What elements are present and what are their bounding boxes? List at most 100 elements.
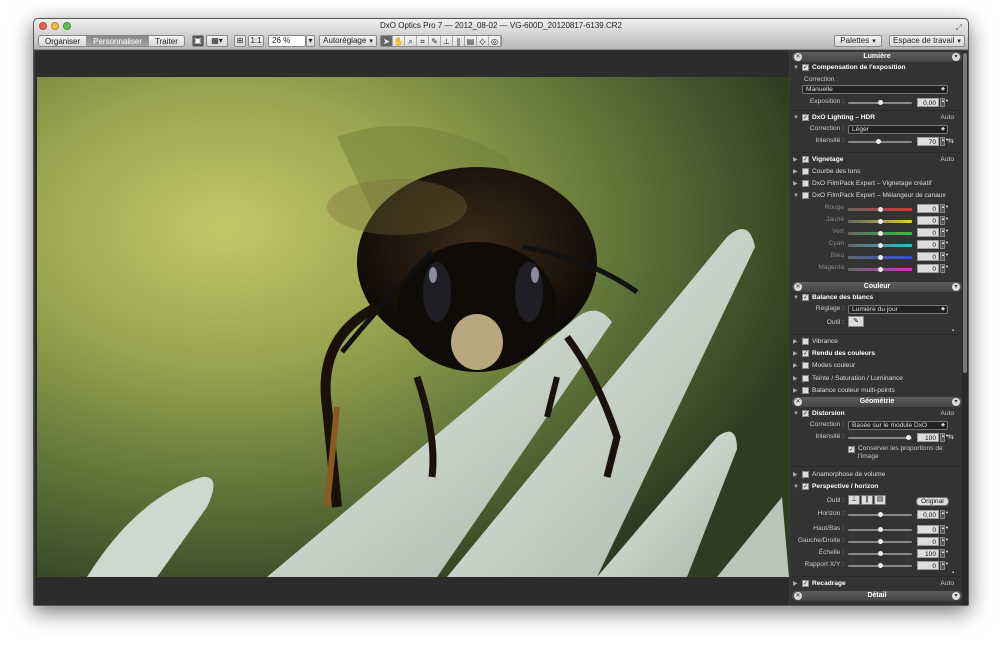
- perspective-section[interactable]: ▼ ✓ Perspective / horizon: [790, 481, 962, 493]
- lighting-intensity-value[interactable]: 70: [917, 137, 939, 146]
- scale-value[interactable]: 100: [917, 549, 939, 558]
- preview-compare-icon[interactable]: ⇆: [948, 433, 954, 441]
- detail-palette-header[interactable]: ✕ Détail ▾: [792, 591, 962, 601]
- volume-anamorphosis-section[interactable]: ▶ Anamorphose de volume: [790, 469, 962, 481]
- disclosure-closed-icon[interactable]: ▶: [793, 166, 798, 178]
- tone-curve-section[interactable]: ▶ Courbe des tons: [790, 166, 962, 178]
- channel-value[interactable]: 0: [917, 228, 939, 237]
- channel-value[interactable]: 0: [917, 240, 939, 249]
- channel-slider[interactable]: [848, 255, 912, 260]
- lumiere-palette-header[interactable]: ✕ Lumière ▾: [792, 52, 962, 62]
- tab-personnaliser[interactable]: Personnaliser: [87, 36, 150, 46]
- palettes-dropdown[interactable]: Palettes: [834, 35, 882, 47]
- one-to-one-button[interactable]: 1:1: [248, 35, 264, 47]
- channel-value[interactable]: 0: [917, 252, 939, 261]
- channel-slider[interactable]: [848, 219, 912, 224]
- distortion-intensity-value[interactable]: 100: [917, 433, 939, 442]
- color-modes-checkbox[interactable]: [802, 362, 809, 369]
- collapse-palette-icon[interactable]: ▾: [952, 398, 960, 406]
- channel-value[interactable]: 0: [917, 264, 939, 273]
- channel-value[interactable]: 0: [917, 204, 939, 213]
- slider-knob[interactable]: [878, 255, 883, 260]
- exposure-comp-checkbox[interactable]: ✓: [802, 64, 809, 71]
- disclosure-closed-icon[interactable]: ▶: [793, 348, 798, 360]
- color-rendering-checkbox[interactable]: ✓: [802, 350, 809, 357]
- perspective-icon[interactable]: ∥: [453, 36, 465, 46]
- slider-knob[interactable]: [878, 512, 883, 517]
- filmpack-mixer-section[interactable]: ▼ DxO FilmPack Expert – Mélangeur de can…: [790, 190, 962, 202]
- horizon-value[interactable]: 0,00: [917, 510, 939, 519]
- couleur-palette-header[interactable]: ✕ Couleur ▾: [792, 282, 962, 292]
- eyedropper-icon[interactable]: ✎: [429, 36, 441, 46]
- exposure-correction-select[interactable]: Manuelle: [802, 85, 948, 94]
- geometrie-palette-header[interactable]: ✕ Géométrie ▾: [792, 397, 962, 407]
- slider-knob[interactable]: [878, 267, 883, 272]
- slider-knob[interactable]: [878, 100, 883, 105]
- channel-slider[interactable]: [848, 207, 912, 212]
- hand-icon[interactable]: ✋: [393, 36, 405, 46]
- auto-label[interactable]: Auto: [940, 112, 954, 124]
- minimize-window-button[interactable]: [51, 22, 59, 30]
- slider-knob[interactable]: [878, 551, 883, 556]
- disclosure-open-icon[interactable]: ▼: [793, 190, 799, 202]
- zoom-icon[interactable]: ⌕: [405, 36, 417, 46]
- disclosure-closed-icon[interactable]: ▶: [793, 154, 798, 166]
- slider-knob[interactable]: [878, 207, 883, 212]
- collapse-palette-icon[interactable]: ▾: [952, 283, 960, 291]
- perspective-checkbox[interactable]: ✓: [802, 483, 809, 490]
- hsl-section[interactable]: ▶ Teinte / Saturation / Luminance: [790, 373, 962, 385]
- white-balance-checkbox[interactable]: ✓: [802, 294, 809, 301]
- tab-traiter[interactable]: Traiter: [149, 36, 184, 46]
- distortion-intensity-slider[interactable]: [848, 435, 912, 440]
- white-balance-section[interactable]: ▼ ✓ Balance des blancs: [790, 292, 962, 304]
- scrollbar-thumb[interactable]: [963, 53, 967, 373]
- panel-scrollbar[interactable]: [962, 51, 968, 605]
- auto-label[interactable]: Auto: [940, 578, 954, 590]
- collapse-palette-icon[interactable]: ▾: [952, 53, 960, 61]
- auto-label[interactable]: Auto: [940, 408, 954, 420]
- stepper[interactable]: ▲▼: [940, 204, 949, 213]
- perspective-original-button[interactable]: Original: [916, 497, 949, 506]
- slider-knob[interactable]: [878, 527, 883, 532]
- slider-knob[interactable]: [878, 243, 883, 248]
- vignetting-section[interactable]: ▶ ✓ Vignetage Auto: [790, 154, 962, 166]
- slider-knob[interactable]: [906, 435, 911, 440]
- filmpack-mixer-checkbox[interactable]: [802, 192, 809, 199]
- channel-slider[interactable]: [848, 231, 912, 236]
- vignetting-checkbox[interactable]: ✓: [802, 156, 809, 163]
- close-window-button[interactable]: [39, 22, 47, 30]
- multipoint-balance-checkbox[interactable]: [802, 387, 809, 394]
- lighting-intensity-slider[interactable]: [848, 139, 912, 144]
- stepper[interactable]: ▲▼: [940, 510, 949, 519]
- auto-label[interactable]: Auto: [940, 154, 954, 166]
- leftright-value[interactable]: 0: [917, 537, 939, 546]
- slider-knob[interactable]: [878, 219, 883, 224]
- crop-section[interactable]: ▶ ✓ Recadrage Auto: [790, 578, 962, 590]
- slider-knob[interactable]: [878, 563, 883, 568]
- collapse-palette-icon[interactable]: ▾: [952, 592, 960, 600]
- distortion-section[interactable]: ▼ ✓ Distorsion Auto: [790, 408, 962, 420]
- parallel-lines-tool-icon[interactable]: ∥: [861, 495, 873, 505]
- disclosure-closed-icon[interactable]: ▶: [793, 373, 798, 385]
- exposure-value[interactable]: 0,00: [917, 98, 939, 107]
- single-view-button[interactable]: ▣: [192, 35, 204, 47]
- scale-slider[interactable]: [848, 551, 912, 556]
- stepper[interactable]: ▲▼: [940, 549, 949, 558]
- color-modes-section[interactable]: ▶ Modes couleur: [790, 360, 962, 372]
- hsl-checkbox[interactable]: [802, 375, 809, 382]
- stepper[interactable]: ▲▼: [940, 264, 949, 273]
- color-rendering-section[interactable]: ▶ ✓ Rendu des couleurs: [790, 348, 962, 360]
- horizon-tool-icon[interactable]: ⊥: [848, 495, 860, 505]
- select-arrow-icon[interactable]: ➤: [381, 36, 393, 46]
- disclosure-open-icon[interactable]: ▼: [793, 408, 799, 420]
- slider-knob[interactable]: [878, 539, 883, 544]
- stepper[interactable]: ▲▼: [940, 228, 949, 237]
- close-palette-icon[interactable]: ✕: [794, 53, 802, 61]
- stepper[interactable]: ▲▼: [940, 137, 949, 146]
- close-palette-icon[interactable]: ✕: [794, 592, 802, 600]
- lighting-correction-select[interactable]: Léger: [848, 125, 948, 134]
- exposure-comp-section[interactable]: ▼ ✓ Compensation de l'exposition: [790, 62, 962, 74]
- lighting-checkbox[interactable]: ✓: [802, 114, 809, 121]
- auto-preset-dropdown[interactable]: Autoréglage: [319, 35, 377, 47]
- tab-organiser[interactable]: Organiser: [39, 36, 88, 46]
